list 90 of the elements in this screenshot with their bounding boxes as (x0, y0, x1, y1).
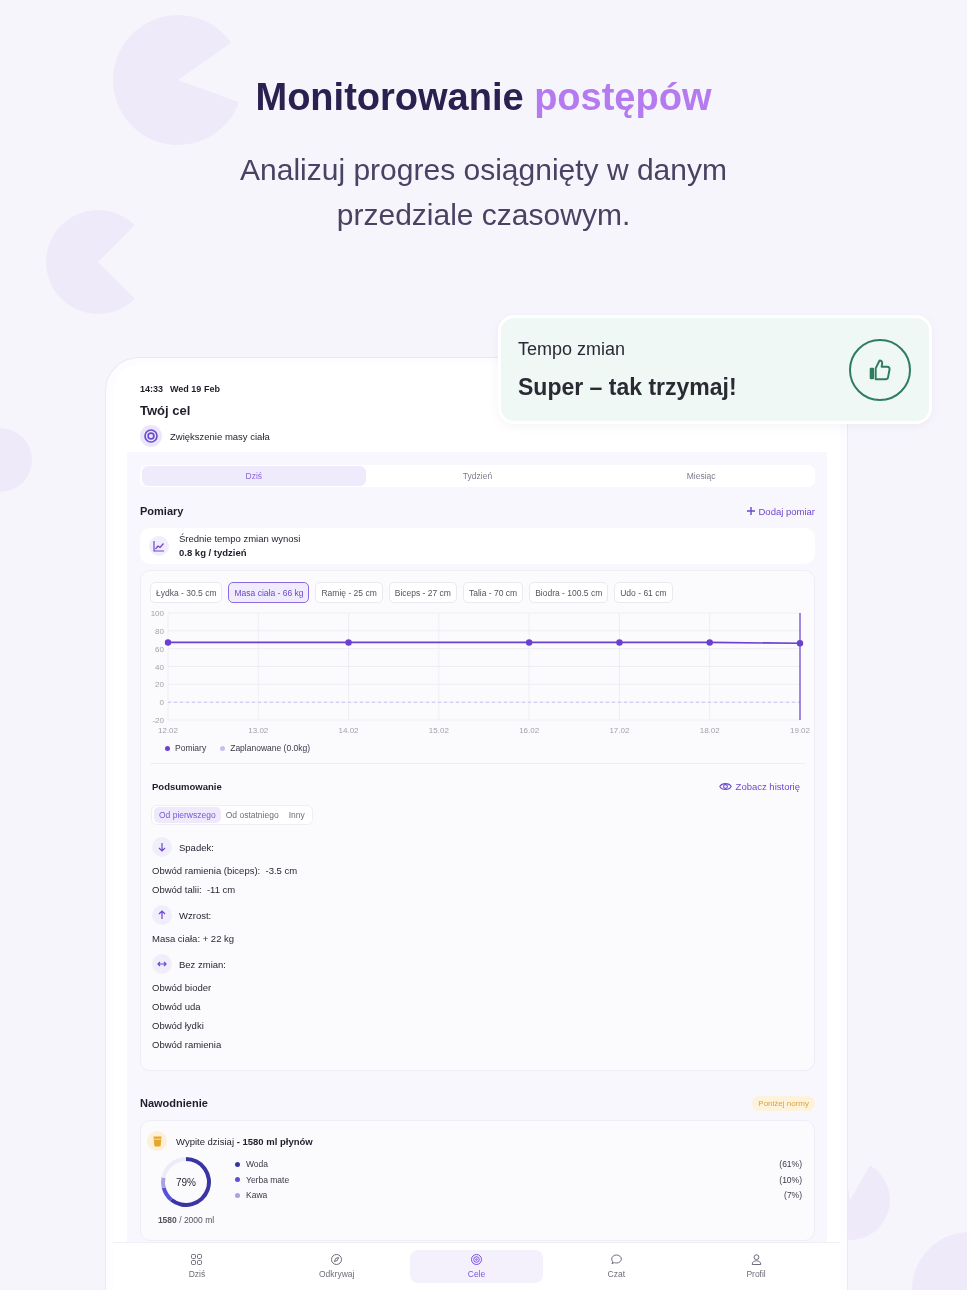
period-tab[interactable]: Tydzień (365, 466, 590, 486)
summary-item: Masa ciała: + 22 kg (152, 931, 235, 946)
nav-tab[interactable]: Dziś (130, 1250, 264, 1283)
nav-tab[interactable]: Czat (549, 1250, 684, 1283)
measurement-chip[interactable]: Ramię - 25 cm (315, 582, 383, 603)
summary-item: Obwód ramienia (152, 1037, 222, 1052)
data-point (616, 639, 623, 646)
measurement-chip[interactable]: Biceps - 27 cm (388, 582, 457, 603)
thumbs-up-icon (849, 338, 911, 401)
y-axis-label: 60 (155, 644, 164, 654)
x-axis-label: 16.02 (519, 726, 540, 735)
person-icon (750, 1254, 762, 1265)
arrow-up-icon (152, 905, 172, 925)
summary-item: Obwód uda (152, 999, 201, 1014)
data-point (796, 640, 804, 647)
tempo-message: Super – tak trzymaj! (518, 372, 737, 402)
hydration-amount: 1580 / 2000 ml (157, 1214, 215, 1226)
data-point (164, 639, 172, 646)
x-axis-label: 14.02 (338, 726, 359, 735)
group-title: Wzrost: (179, 909, 212, 921)
period-tab[interactable]: Miesiąc (589, 466, 813, 486)
group-title: Spadek: (179, 841, 214, 853)
legend-label: Yerba mate (246, 1174, 290, 1185)
nav-tab[interactable]: Odkrywaj (269, 1250, 404, 1283)
donut-center-label: 79% (176, 1176, 196, 1188)
average-label: Średnie tempo zmian wynosi (179, 532, 301, 546)
measurement-chip[interactable]: Udo - 61 cm (614, 582, 673, 603)
plus-icon (746, 507, 755, 515)
add-measurement-button[interactable]: Dodaj pomiar (746, 505, 815, 517)
grid-icon (191, 1254, 203, 1265)
average-value: 0.8 kg / tydzień (179, 546, 248, 560)
y-axis-label: 80 (155, 626, 164, 636)
y-axis-label: -20 (152, 716, 164, 725)
nav-tab[interactable]: Cele (409, 1250, 544, 1283)
summary-tab[interactable]: Od ostatniego (220, 807, 284, 823)
x-axis-label: 15.02 (428, 726, 449, 735)
hydration-summary: Wypite dzisiaj - 1580 ml płynów (176, 1135, 313, 1147)
trend-chart-icon (149, 536, 169, 556)
status-date: Wed 19 Feb (170, 383, 220, 395)
eye-icon (718, 781, 732, 791)
measurement-chip[interactable]: Biodra - 100.5 cm (529, 582, 609, 603)
legend-label: Woda (246, 1159, 269, 1170)
legend-label: Kawa (246, 1190, 268, 1201)
summary-tab[interactable]: Od pierwszego (154, 807, 221, 823)
arrows-horizontal-icon (152, 954, 172, 974)
cup-icon (147, 1131, 167, 1151)
group-title: Bez zmian: (179, 958, 226, 970)
target-icon (140, 425, 162, 447)
summary-item: Obwód ramienia (biceps): -3.5 cm (152, 863, 298, 878)
summary-item: Obwód bioder (152, 980, 212, 995)
history-link[interactable]: Zobacz historię (718, 780, 800, 792)
x-axis-label: 18.02 (699, 726, 720, 735)
section-title: Nawodnienie (140, 1097, 208, 1109)
measurement-chip[interactable]: Talia - 70 cm (462, 582, 524, 603)
status-badge: Poniżej normy (752, 1095, 815, 1111)
goal-name: Zwiększenie masy ciała (170, 430, 270, 442)
goal-title: Twój cel (140, 402, 191, 420)
legend-value: (61%) (779, 1159, 802, 1170)
period-tab[interactable]: Dziś (142, 466, 366, 486)
legend-label: Pomiary (175, 744, 207, 753)
page-title: Monitorowanie postępów (255, 75, 712, 120)
data-point (345, 639, 352, 646)
measurement-chip[interactable]: Masa ciała - 66 kg (228, 582, 310, 603)
data-point (706, 639, 713, 646)
y-axis-label: 0 (159, 698, 164, 708)
summary-item: Obwód łydki (152, 1018, 204, 1033)
target-icon (471, 1254, 482, 1265)
y-axis-label: 40 (155, 662, 164, 672)
x-axis-label: 12.02 (158, 726, 178, 735)
status-time: 14:33 (140, 383, 164, 395)
legend-value: (10%) (779, 1174, 802, 1185)
arrow-down-icon (152, 837, 172, 857)
page-subtitle: Analizuj progres osiągnięty w danym przedziale czasowym. (239, 152, 728, 233)
tempo-label: Tempo zmian (518, 337, 626, 360)
x-axis-label: 19.02 (790, 726, 810, 735)
summary-title: Podsumowanie (152, 780, 222, 792)
chat-bubble-icon (610, 1254, 622, 1265)
y-axis-label: 20 (155, 680, 164, 690)
compass-icon (331, 1254, 343, 1265)
summary-item: Obwód talii: -11 cm (152, 882, 236, 897)
x-axis-label: 13.02 (248, 726, 269, 735)
legend-label: Zaplanowane (0.0kg) (230, 744, 311, 753)
legend-value: (7%) (784, 1190, 802, 1201)
summary-tab[interactable]: Inny (283, 807, 310, 823)
nav-tab[interactable]: Profil (689, 1250, 823, 1283)
measurement-chip[interactable]: Łydka - 30.5 cm (150, 582, 223, 603)
data-point (525, 639, 533, 646)
section-title: Pomiary (140, 505, 184, 517)
x-axis-label: 17.02 (609, 726, 630, 735)
y-axis-label: 100 (150, 609, 164, 618)
